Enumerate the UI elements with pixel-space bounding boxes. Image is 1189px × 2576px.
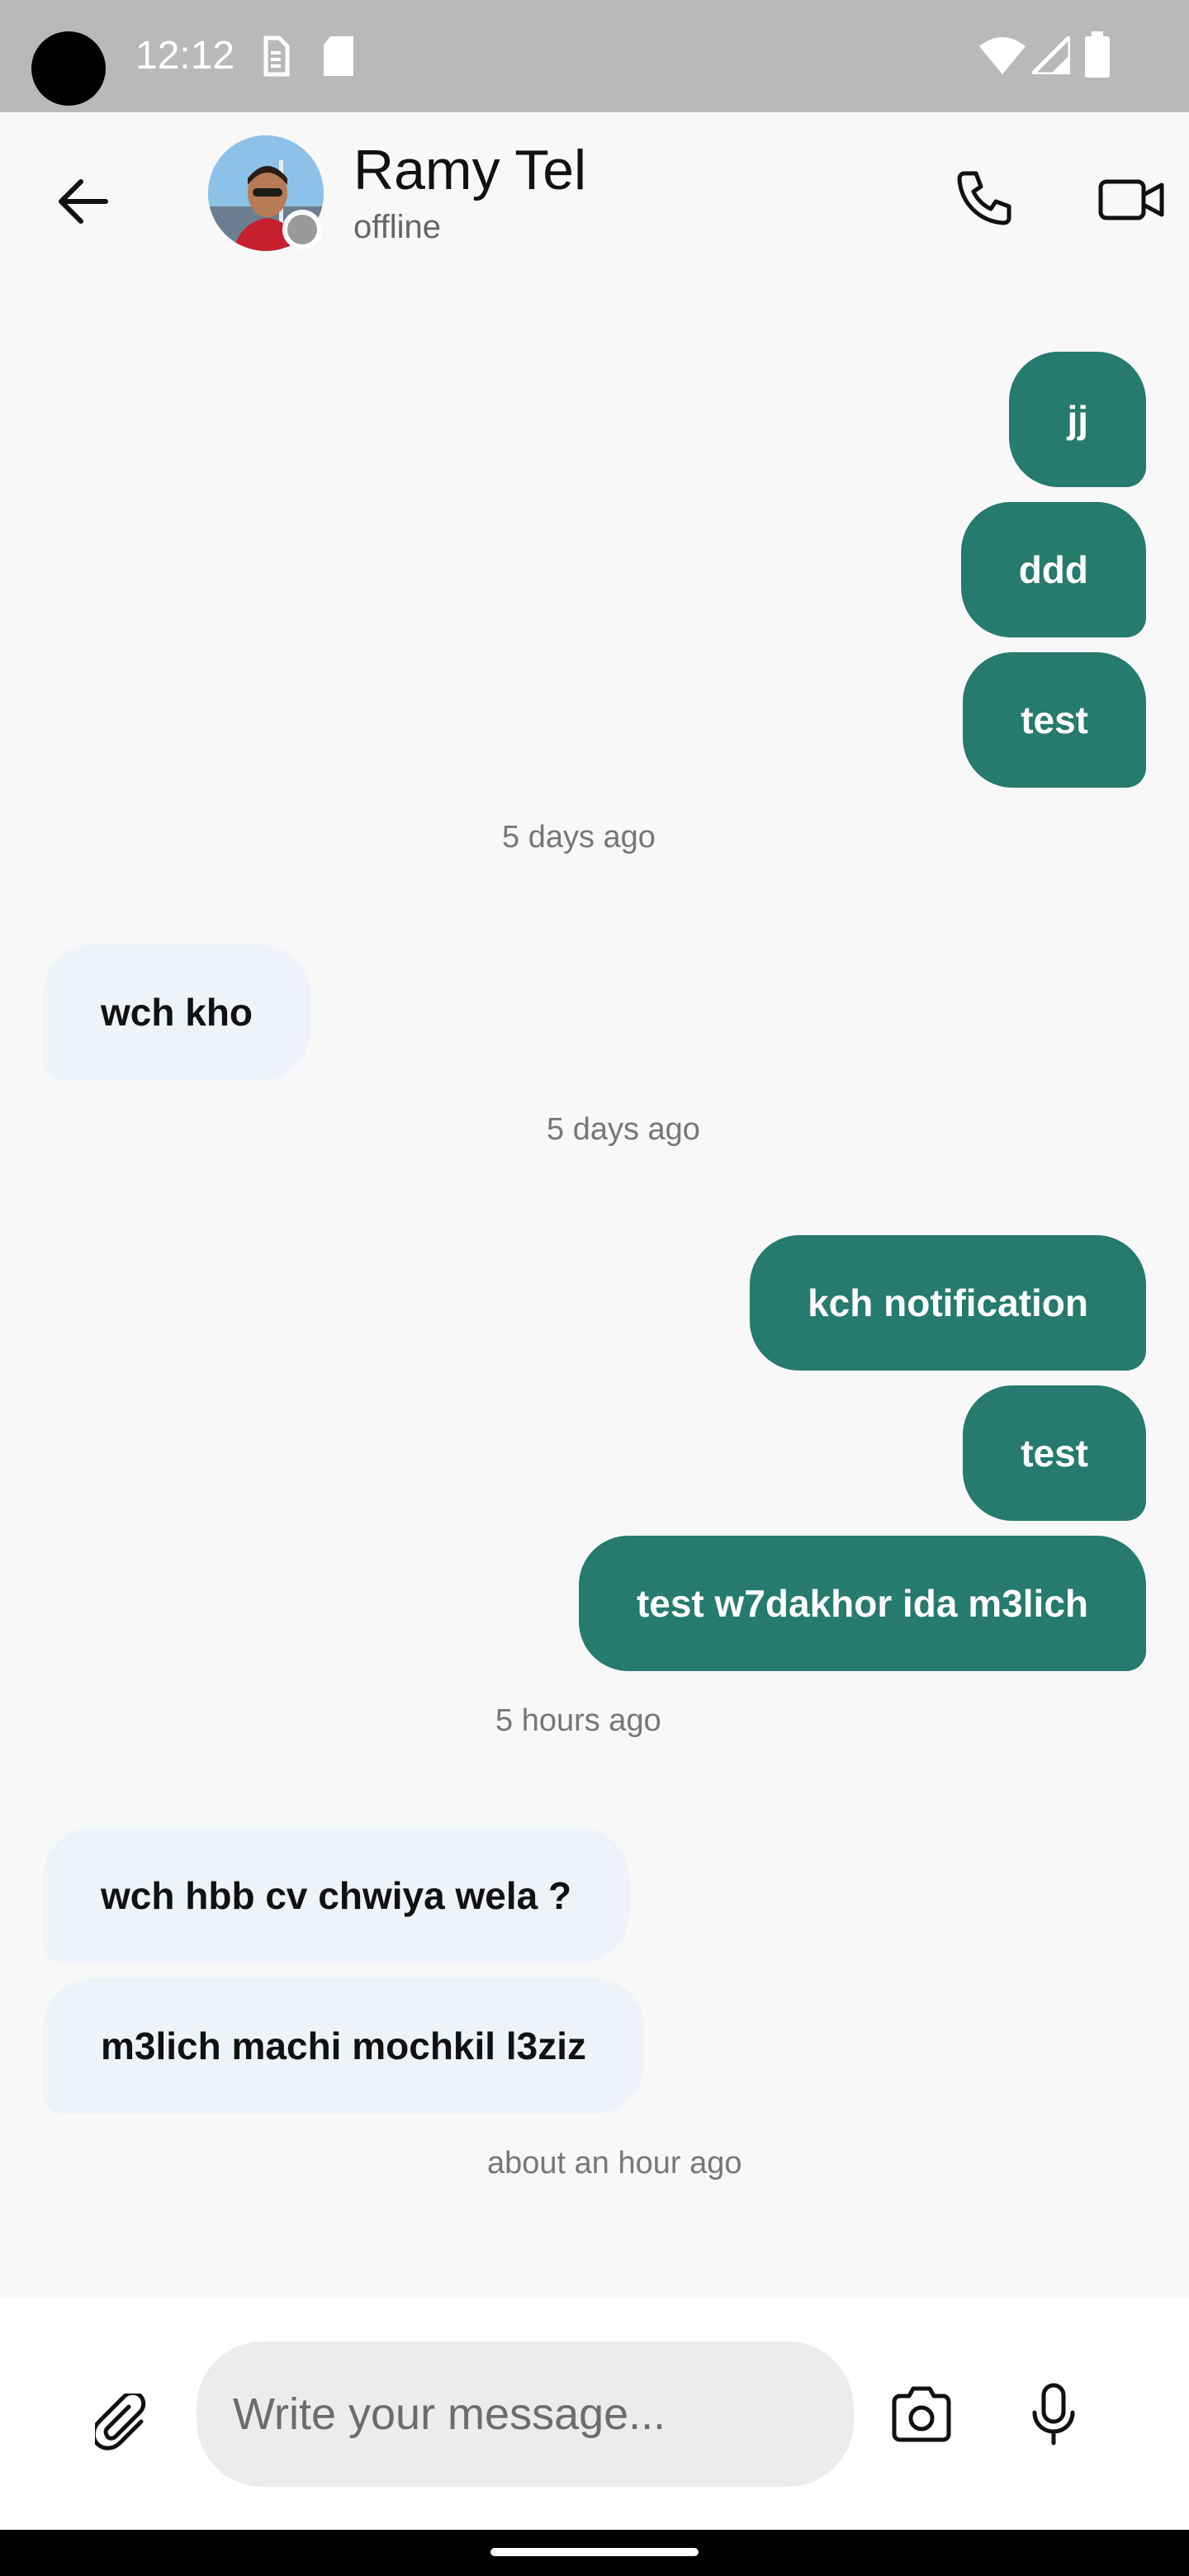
voice-call-button[interactable]: [941, 160, 1024, 243]
battery-icon: [1085, 31, 1110, 82]
video-camera-icon: [1098, 177, 1164, 227]
camera-button[interactable]: [880, 2375, 963, 2457]
voice-record-button[interactable]: [1012, 2375, 1095, 2457]
contact-status: offline: [353, 209, 442, 245]
cellular-signal-icon: [1026, 31, 1073, 78]
presence-indicator: [282, 210, 322, 249]
message-bubble-outgoing[interactable]: jj: [1009, 352, 1146, 487]
chat-header: Ramy Tel offline: [0, 112, 1189, 277]
message-bubble-incoming[interactable]: wch hbb cv chwiya wela ?: [43, 1828, 630, 1963]
message-timestamp: 5 days ago: [547, 1112, 700, 1147]
message-input[interactable]: [197, 2342, 854, 2487]
message-bubble-outgoing[interactable]: ddd: [960, 502, 1146, 637]
status-bar: 12:12: [0, 0, 1189, 112]
system-nav-bar: [0, 2530, 1189, 2576]
message-bubble-outgoing[interactable]: test: [963, 1385, 1146, 1521]
paperclip-icon: [91, 2390, 153, 2459]
message-bubble-incoming[interactable]: wch kho: [43, 945, 311, 1080]
sd-card-icon: [320, 33, 357, 83]
attach-button[interactable]: [83, 2384, 165, 2467]
message-timestamp: 5 hours ago: [495, 1703, 661, 1738]
sim-card-icon: [259, 33, 292, 83]
back-button[interactable]: [43, 163, 122, 243]
contact-name[interactable]: Ramy Tel: [353, 137, 586, 203]
message-bubble-outgoing[interactable]: kch notification: [750, 1235, 1146, 1371]
camera-cutout: [31, 31, 106, 106]
message-timestamp: about an hour ago: [487, 2146, 742, 2181]
video-call-button[interactable]: [1090, 160, 1172, 243]
message-bubble-outgoing[interactable]: test w7dakhor ida m3lich: [578, 1536, 1146, 1671]
camera-icon: [889, 2385, 954, 2447]
message-bubble-incoming[interactable]: m3lich machi mochkil l3ziz: [43, 1978, 644, 2114]
arrow-left-icon: [56, 178, 109, 229]
home-indicator[interactable]: [490, 2548, 699, 2556]
message-bubble-outgoing[interactable]: test: [963, 652, 1146, 788]
microphone-icon: [1030, 2383, 1077, 2450]
wifi-icon: [979, 36, 1026, 78]
message-composer: [0, 2299, 1189, 2530]
message-timestamp: 5 days ago: [502, 820, 656, 855]
status-time: 12:12: [135, 34, 235, 78]
phone-icon: [953, 170, 1012, 234]
